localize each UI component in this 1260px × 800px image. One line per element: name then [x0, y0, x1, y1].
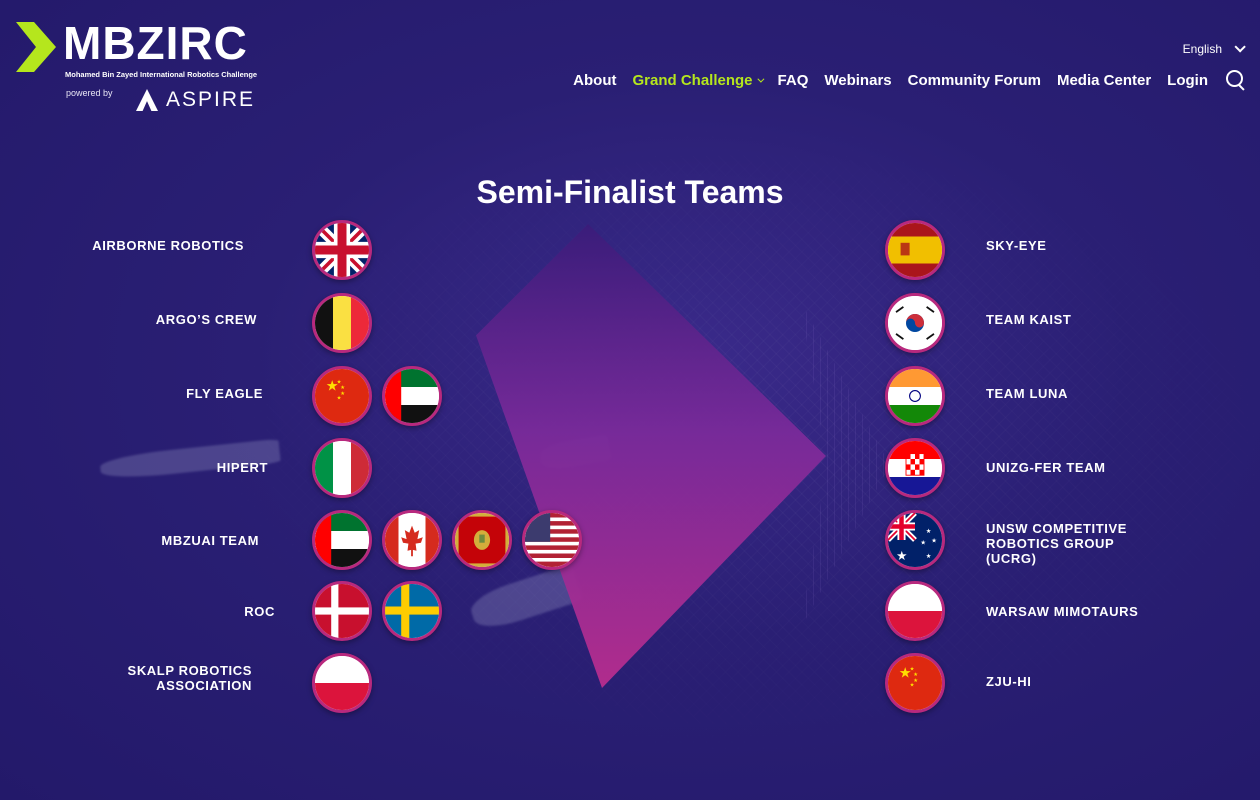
team-name: SKALP ROBOTICS ASSOCIATION [127, 663, 252, 693]
team-name: WARSAW MIMOTAURS [986, 604, 1139, 619]
team-name: MBZUAI TEAM [161, 533, 259, 548]
canada-flag-icon [382, 510, 442, 570]
powered-by-label: powered by [66, 88, 113, 98]
poland-flag-icon [312, 653, 372, 713]
italy-flag-icon [312, 438, 372, 498]
south-korea-flag-icon [885, 293, 945, 353]
belgium-flag-icon [312, 293, 372, 353]
svg-text:★: ★ [931, 538, 937, 545]
logo-chevron-icon [16, 22, 56, 72]
aspire-wordmark: ASPIRE [166, 88, 256, 111]
main-nav: About Grand Challenge FAQ Webinars Commu… [557, 70, 1246, 90]
logo-wordmark: MBZIRC [63, 17, 248, 69]
team-name: ZJU-HI [986, 674, 1032, 689]
nav-webinars[interactable]: Webinars [824, 72, 891, 89]
uae-flag-icon [382, 366, 442, 426]
svg-text:★: ★ [340, 385, 345, 391]
site-header: MBZIRC Mohamed Bin Zayed International R… [0, 0, 1260, 130]
team-name: HIPERT [216, 460, 268, 475]
svg-text:★: ★ [896, 548, 907, 563]
mbzirc-logo[interactable]: MBZIRC Mohamed Bin Zayed International R… [16, 17, 276, 118]
australia-flag-icon: ★ ★ ★ ★ ★ [885, 510, 945, 570]
team-name: UNSW COMPETITIVE ROBOTICS GROUP (UCRG) [986, 521, 1128, 566]
svg-text:★: ★ [920, 540, 926, 547]
page-title: Semi-Finalist Teams [476, 174, 784, 210]
aspire-mark-icon [136, 89, 158, 111]
china-flag-icon: ★ ★ ★ ★ ★ [885, 653, 945, 713]
aspire-logo: ASPIRE [136, 88, 255, 112]
usa-flag-icon [522, 510, 582, 570]
china-flag-icon: ★ ★ ★ ★ ★ [312, 366, 372, 426]
nav-grand-challenge[interactable]: Grand Challenge [632, 71, 764, 89]
denmark-flag-icon [312, 581, 372, 641]
nav-community-forum[interactable]: Community Forum [908, 72, 1041, 89]
team-name: SKY-EYE [986, 238, 1047, 253]
spain-flag-icon [885, 220, 945, 280]
uk-flag-icon [312, 220, 372, 280]
svg-text:★: ★ [337, 396, 342, 402]
nav-faq[interactable]: FAQ [778, 72, 809, 89]
svg-text:★: ★ [910, 683, 915, 689]
svg-text:★: ★ [913, 672, 918, 678]
svg-text:★: ★ [926, 553, 932, 560]
svg-text:★: ★ [926, 528, 932, 535]
team-name: ARGO’S CREW [155, 312, 257, 327]
chevron-down-icon [756, 75, 764, 83]
logo-subtitle: Mohamed Bin Zayed International Robotics… [65, 70, 258, 79]
india-flag-icon [885, 366, 945, 426]
team-name: UNIZG-FER TEAM [986, 460, 1106, 475]
team-name: FLY EAGLE [186, 386, 263, 401]
language-label: English [1182, 42, 1222, 56]
search-icon[interactable] [1226, 70, 1246, 90]
montenegro-flag-icon [452, 510, 512, 570]
poland-flag-icon [885, 581, 945, 641]
team-name: ROC [244, 604, 275, 619]
sweden-flag-icon [382, 581, 442, 641]
language-selector[interactable]: English [1182, 41, 1246, 56]
team-name: AIRBORNE ROBOTICS [92, 238, 244, 253]
nav-media-center[interactable]: Media Center [1057, 72, 1151, 89]
nav-about[interactable]: About [573, 72, 616, 89]
croatia-flag-icon [885, 438, 945, 498]
team-name: TEAM LUNA [986, 386, 1068, 401]
team-name: TEAM KAIST [986, 312, 1072, 327]
nav-grand-challenge-label: Grand Challenge [632, 71, 753, 89]
uae-flag-icon [312, 510, 372, 570]
nav-login[interactable]: Login [1167, 72, 1208, 89]
chevron-down-icon [1234, 41, 1246, 53]
